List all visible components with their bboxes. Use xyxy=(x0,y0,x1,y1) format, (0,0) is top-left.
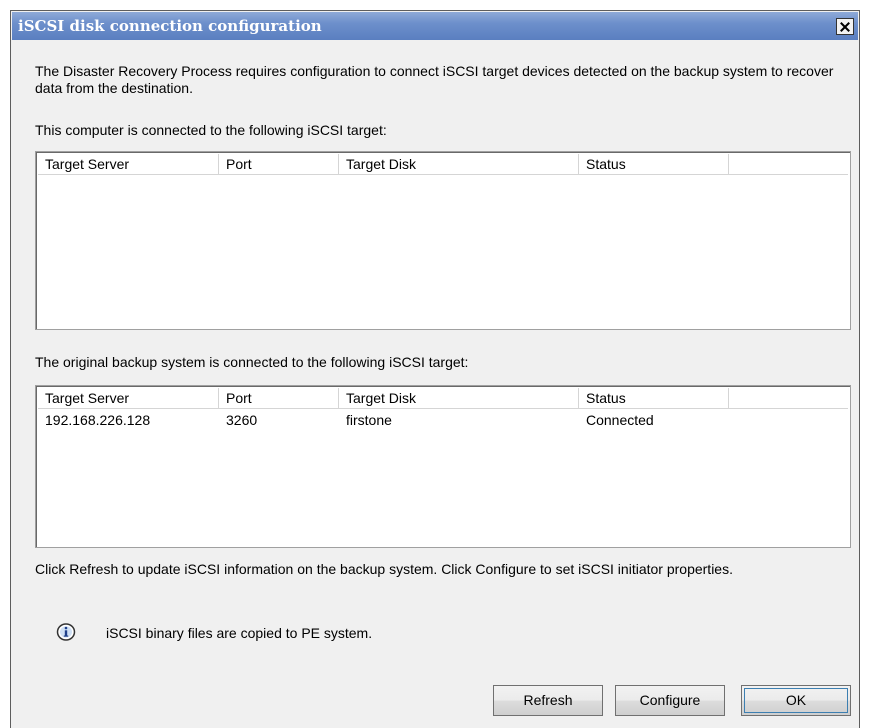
footer-instructions: Click Refresh to update iSCSI informatio… xyxy=(35,561,733,577)
configure-button[interactable]: Configure xyxy=(615,685,725,716)
dialog-title: iSCSI disk connection configuration xyxy=(18,17,322,35)
original-targets-list[interactable]: Target Server Port Target Disk Status 19… xyxy=(35,385,851,548)
cell-target-disk: firstone xyxy=(346,412,392,428)
column-header-status[interactable]: Status xyxy=(579,388,729,408)
ok-button[interactable]: OK xyxy=(741,685,851,716)
info-icon xyxy=(56,623,76,641)
current-targets-list[interactable]: Target Server Port Target Disk Status xyxy=(35,151,851,330)
iscsi-config-dialog: iSCSI disk connection configuration The … xyxy=(10,10,860,728)
column-header-target-disk[interactable]: Target Disk xyxy=(339,154,579,174)
column-header-status[interactable]: Status xyxy=(579,154,729,174)
column-header-port[interactable]: Port xyxy=(219,154,339,174)
original-targets-header: Target Server Port Target Disk Status xyxy=(38,388,848,409)
column-header-extra[interactable] xyxy=(729,154,848,174)
current-targets-header: Target Server Port Target Disk Status xyxy=(38,154,848,175)
column-header-port[interactable]: Port xyxy=(219,388,339,408)
info-message: iSCSI binary files are copied to PE syst… xyxy=(106,625,373,641)
table-row[interactable]: 192.168.226.128 3260 firstone Connected xyxy=(38,410,848,430)
current-targets-label: This computer is connected to the follow… xyxy=(35,122,387,138)
cell-status: Connected xyxy=(586,412,654,428)
dialog-description: The Disaster Recovery Process requires c… xyxy=(35,63,834,96)
column-header-extra[interactable] xyxy=(729,388,848,408)
column-header-target-server[interactable]: Target Server xyxy=(38,388,219,408)
column-header-target-server[interactable]: Target Server xyxy=(38,154,219,174)
cell-port: 3260 xyxy=(226,412,258,428)
title-bar[interactable]: iSCSI disk connection configuration xyxy=(12,12,858,40)
close-icon[interactable] xyxy=(836,18,854,35)
column-header-target-disk[interactable]: Target Disk xyxy=(339,388,579,408)
refresh-button[interactable]: Refresh xyxy=(493,685,603,716)
original-targets-label: The original backup system is connected … xyxy=(35,354,469,370)
cell-target-server: 192.168.226.128 xyxy=(45,412,151,428)
